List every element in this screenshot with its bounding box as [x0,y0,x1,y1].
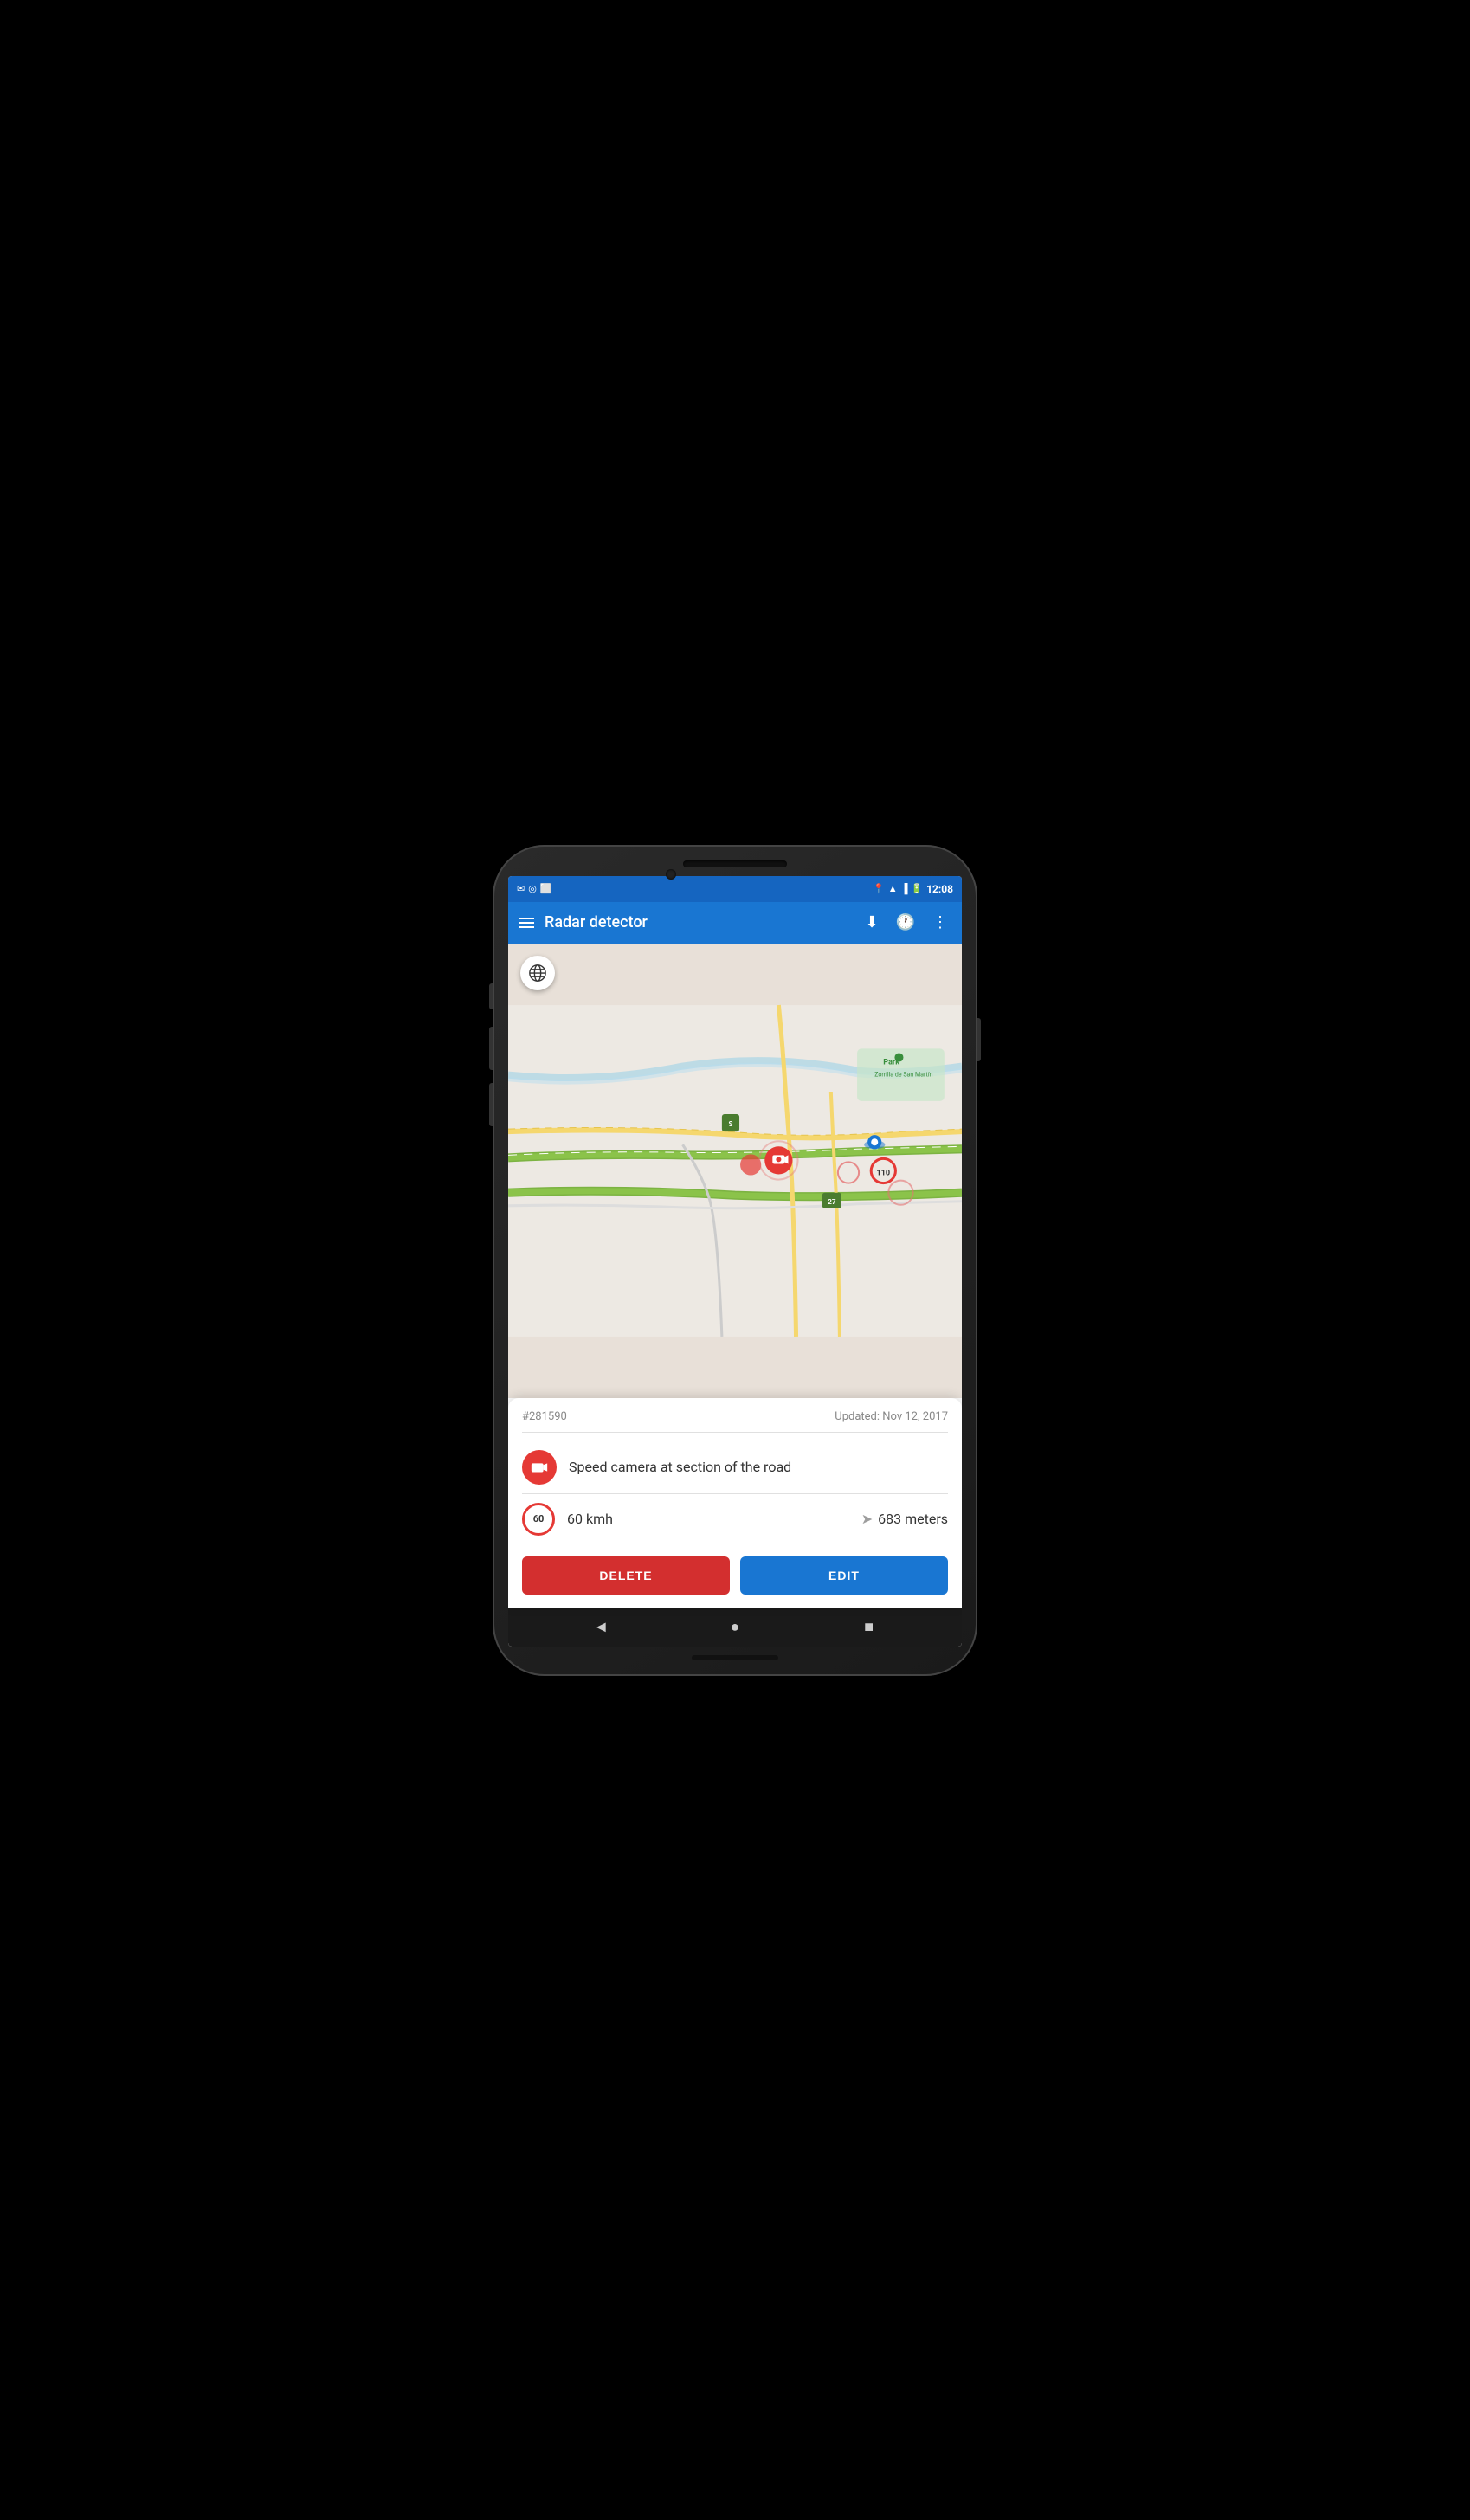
map-view[interactable]: S 27 110 Park Zorrilla de San Martín [508,944,962,1398]
recents-button[interactable]: ■ [854,1612,885,1643]
status-bar: ✉ ◎ ⬜ 📍 ▲ ▐ 🔋 12:08 [508,876,962,902]
app-bar: Radar detector ⬇ 🕐 ⋮ [508,902,962,944]
back-button[interactable]: ◄ [585,1612,616,1643]
phone-device: ✉ ◎ ⬜ 📍 ▲ ▐ 🔋 12:08 Radar detector ⬇ 🕐 [493,845,977,1676]
speed-limit-sign: 60 [522,1503,555,1536]
card-updated: Updated: Nov 12, 2017 [835,1410,948,1423]
circle-icon: ◎ [528,883,537,894]
card-header: #281590 Updated: Nov 12, 2017 [522,1410,948,1433]
camera-description: Speed camera at section of the road [569,1459,791,1475]
wifi-icon: ▲ [888,883,898,894]
card-actions: DELETE EDIT [522,1556,948,1595]
navigation-arrow-icon: ➤ [861,1511,873,1527]
card-id: #281590 [522,1410,567,1423]
clock-button[interactable]: 🕐 [893,910,919,935]
status-left-icons: ✉ ◎ ⬜ [517,883,552,894]
system-nav-bar: ◄ ● ■ [508,1608,962,1647]
earpiece-speaker [683,860,787,867]
silent-button[interactable] [489,1083,493,1126]
speed-limit-value: 60 [533,1513,545,1524]
delete-button[interactable]: DELETE [522,1556,730,1595]
bottom-speaker [692,1655,778,1660]
globe-icon [528,964,547,983]
status-time: 12:08 [926,883,953,895]
speed-camera-icon [530,1458,549,1477]
speed-label: 60 kmh [567,1511,849,1527]
edit-button[interactable]: EDIT [740,1556,948,1595]
clipboard-icon: ⬜ [540,883,552,894]
camera-info-row: Speed camera at section of the road [522,1441,948,1494]
battery-icon: 🔋 [911,883,923,894]
home-button[interactable]: ● [719,1612,751,1643]
svg-text:27: 27 [828,1197,836,1205]
svg-text:S: S [728,1120,732,1128]
mail-icon: ✉ [517,883,525,894]
volume-up-button[interactable] [489,983,493,1009]
detail-card: #281590 Updated: Nov 12, 2017 Speed came… [508,1398,962,1608]
app-title: Radar detector [545,913,851,931]
svg-text:110: 110 [877,1169,891,1177]
globe-layer-button[interactable] [520,956,555,990]
phone-bottom [692,1655,778,1660]
front-camera [666,869,676,880]
volume-down-button[interactable] [489,1027,493,1070]
menu-button[interactable] [519,918,534,928]
phone-screen: ✉ ◎ ⬜ 📍 ▲ ▐ 🔋 12:08 Radar detector ⬇ 🕐 [508,876,962,1647]
power-button[interactable] [977,1018,981,1061]
camera-type-icon [522,1450,557,1485]
signal-icon: ▐ [901,883,908,894]
map-svg: S 27 110 Park Zorrilla de San Martín [508,944,962,1398]
speed-distance-row: 60 60 kmh ➤ 683 meters [522,1494,948,1544]
distance-group: ➤ 683 meters [861,1511,948,1527]
more-options-button[interactable]: ⋮ [929,910,951,935]
location-icon: 📍 [873,883,885,894]
download-button[interactable]: ⬇ [861,910,881,935]
status-right-icons: 📍 ▲ ▐ 🔋 12:08 [873,883,953,895]
distance-value: 683 meters [878,1511,948,1527]
svg-text:Zorrilla de San Martín: Zorrilla de San Martín [874,1070,932,1078]
